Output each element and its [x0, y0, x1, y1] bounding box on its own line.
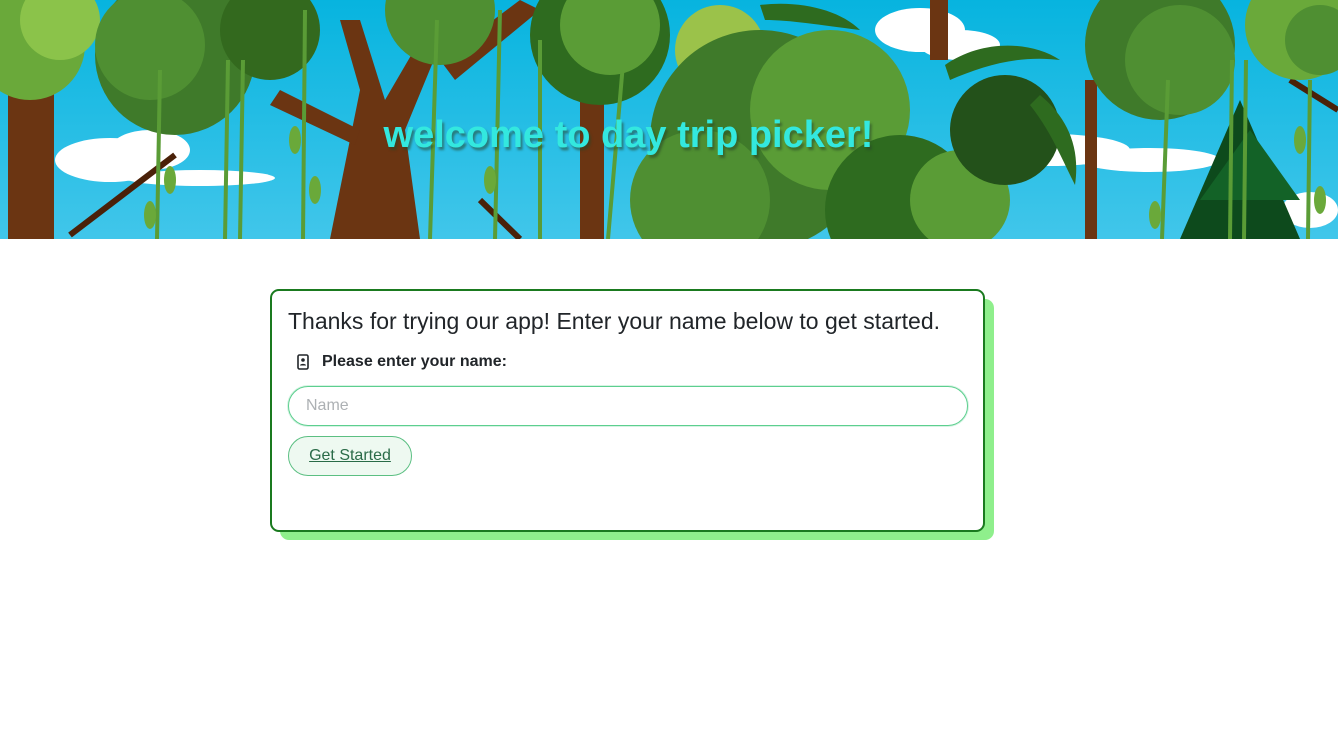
name-label: Please enter your name: [322, 353, 507, 370]
get-started-button[interactable]: Get Started [288, 436, 412, 476]
card-intro-text: Thanks for trying our app! Enter your na… [288, 308, 941, 334]
contact-card-icon [297, 354, 309, 370]
welcome-card: Thanks for trying our app! Enter your na… [270, 289, 985, 532]
page-title: welcome to day trip picker! [383, 114, 874, 156]
name-label-row: Please enter your name: [297, 353, 507, 371]
jungle-hero-banner: welcome to day trip picker! [0, 0, 1338, 239]
name-input[interactable] [288, 386, 968, 426]
